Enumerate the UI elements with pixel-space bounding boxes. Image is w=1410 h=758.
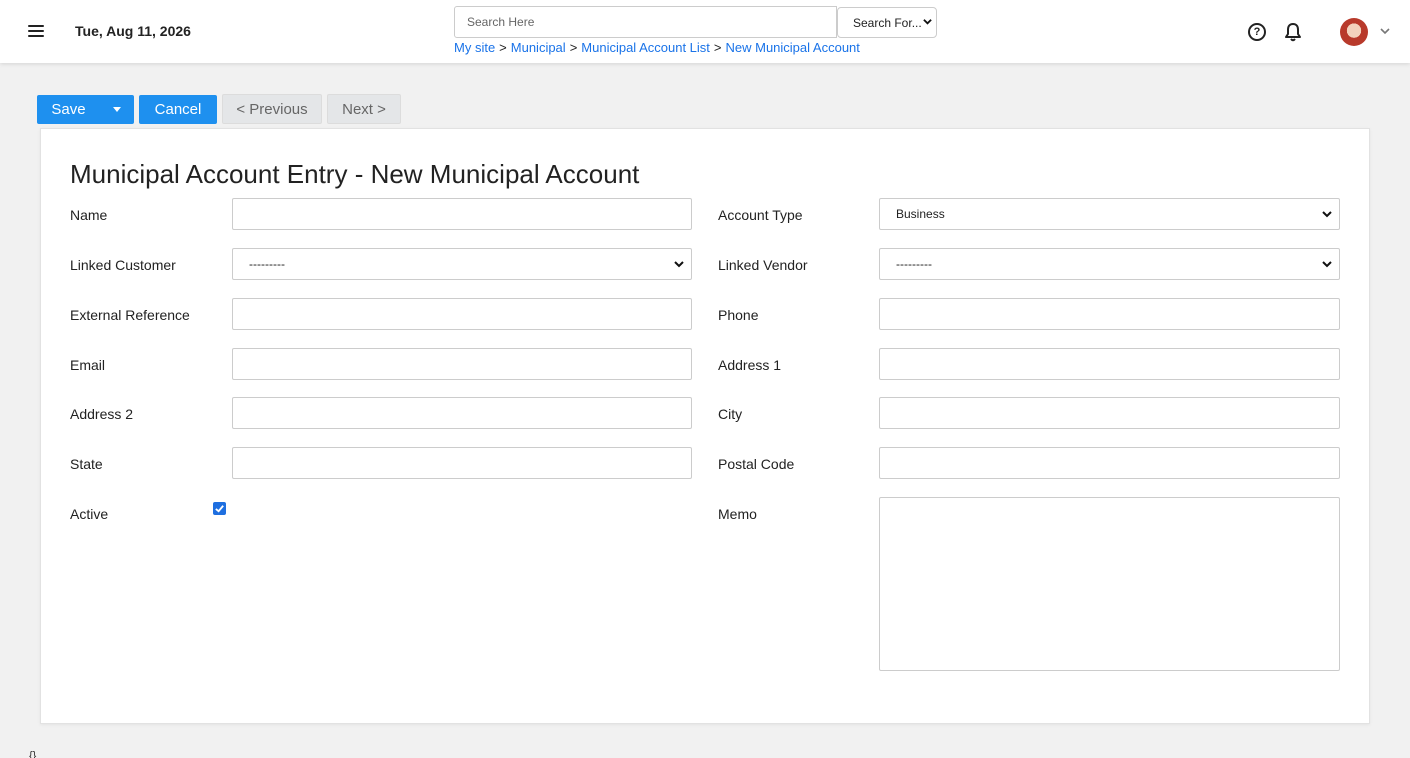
city-input[interactable] (879, 397, 1340, 429)
search-for-value: Search For... (853, 15, 922, 30)
breadcrumb-new-municipal-account[interactable]: New Municipal Account (726, 40, 860, 55)
address1-input[interactable] (879, 348, 1340, 380)
postal-code-input[interactable] (879, 447, 1340, 479)
search-input[interactable] (454, 6, 837, 38)
chevron-down-icon (674, 261, 684, 268)
check-icon (215, 505, 224, 513)
memo-textarea[interactable] (879, 497, 1340, 671)
avatar[interactable] (1340, 18, 1368, 46)
menu-icon[interactable] (26, 22, 46, 40)
linked-vendor-value: --------- (896, 257, 932, 271)
name-input[interactable] (232, 198, 692, 230)
help-icon[interactable]: ? (1248, 23, 1266, 41)
city-label: City (718, 406, 743, 422)
account-type-value: Business (896, 207, 945, 221)
address2-input[interactable] (232, 397, 692, 429)
page-title: Municipal Account Entry - New Municipal … (70, 159, 640, 189)
email-input[interactable] (232, 348, 692, 380)
top-bar: Tue, Aug 11, 2026 Search For... My site >… (0, 0, 1410, 63)
linked-customer-select[interactable]: --------- (232, 248, 692, 280)
save-options-button[interactable] (100, 95, 134, 124)
postal-code-label: Postal Code (718, 456, 795, 472)
search-for-select[interactable]: Search For... (837, 7, 937, 38)
phone-label: Phone (718, 307, 759, 323)
state-input[interactable] (232, 447, 692, 479)
cancel-button[interactable]: Cancel (139, 95, 217, 124)
active-checkbox[interactable] (213, 502, 226, 515)
breadcrumb-separator: > (713, 40, 722, 55)
linked-customer-label: Linked Customer (70, 257, 176, 273)
bell-icon[interactable] (1284, 22, 1302, 42)
breadcrumb-municipal-account-list[interactable]: Municipal Account List (581, 40, 710, 55)
chevron-down-icon (1322, 261, 1332, 268)
form-panel: Municipal Account Entry - New Municipal … (40, 128, 1370, 724)
caret-down-icon (113, 107, 121, 112)
chevron-down-icon (1322, 211, 1332, 218)
linked-customer-value: --------- (249, 257, 285, 271)
save-button[interactable]: Save (37, 95, 100, 124)
current-date: Tue, Aug 11, 2026 (75, 23, 191, 39)
phone-input[interactable] (879, 298, 1340, 330)
address1-label: Address 1 (718, 357, 782, 373)
chevron-down-icon[interactable] (1378, 24, 1392, 38)
state-label: State (70, 456, 103, 472)
breadcrumb-separator: > (499, 40, 507, 55)
next-button[interactable]: Next > (327, 94, 401, 124)
linked-vendor-label: Linked Vendor (718, 257, 808, 273)
address2-label: Address 2 (70, 406, 134, 422)
breadcrumb-my-site[interactable]: My site (454, 40, 495, 55)
breadcrumb: My site > Municipal > Municipal Account List… (454, 40, 860, 55)
active-label: Active (70, 506, 109, 522)
external-reference-input[interactable] (232, 298, 692, 330)
name-label: Name (70, 207, 108, 223)
chevron-down-icon (923, 17, 932, 29)
external-reference-label: External Reference (70, 307, 190, 323)
footer-mark: {} (29, 750, 37, 758)
memo-label: Memo (718, 506, 757, 522)
linked-vendor-select[interactable]: --------- (879, 248, 1340, 280)
previous-button[interactable]: < Previous (222, 94, 322, 124)
email-label: Email (70, 357, 106, 373)
breadcrumb-municipal[interactable]: Municipal (511, 40, 566, 55)
account-type-select[interactable]: Business (879, 198, 1340, 230)
breadcrumb-separator: > (569, 40, 578, 55)
account-type-label: Account Type (718, 207, 803, 223)
